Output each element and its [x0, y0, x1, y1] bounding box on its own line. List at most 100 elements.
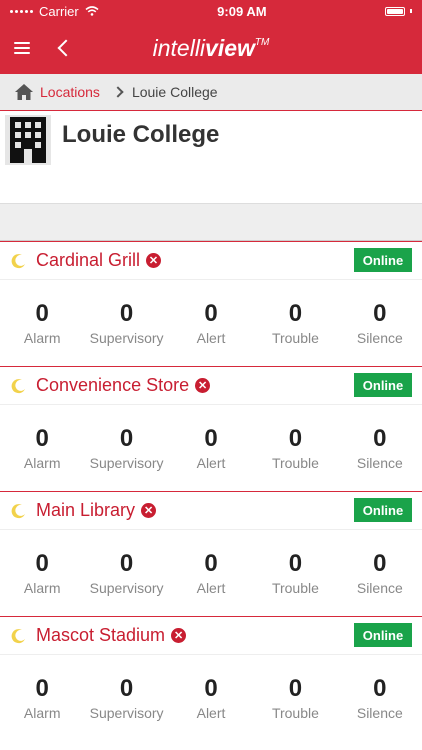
count-label: Supervisory — [89, 580, 164, 596]
status-counts: 0 Alarm 0 Supervisory 0 Alert 0 Trouble 0 Silence — [0, 530, 422, 616]
count-silence[interactable]: 0 Silence — [338, 405, 422, 491]
count-label: Supervisory — [89, 455, 164, 471]
count-silence[interactable]: 0 Silence — [338, 530, 422, 616]
count-label: Trouble — [271, 330, 319, 346]
remove-icon[interactable]: ✕ — [171, 628, 187, 643]
count-label: Trouble — [271, 455, 319, 471]
location-card[interactable]: Main Library ✕ Online 0 Alarm 0 Supervisory… — [0, 491, 422, 616]
battery-icon — [384, 6, 412, 16]
count-value: 0 — [288, 675, 303, 702]
moon-icon — [11, 253, 25, 268]
count-silence[interactable]: 0 Silence — [338, 280, 422, 366]
count-trouble[interactable]: 0 Trouble — [253, 530, 337, 616]
status-counts: 0 Alarm 0 Supervisory 0 Alert 0 Trouble 0 Silence — [0, 280, 422, 366]
count-alarm[interactable]: 0 Alarm — [0, 530, 84, 616]
count-label: Alert — [196, 705, 226, 721]
count-value: 0 — [373, 300, 387, 327]
count-label: Alarm — [23, 705, 61, 721]
breadcrumb: Locations Louie College — [0, 74, 422, 111]
remove-icon[interactable]: ✕ — [195, 378, 211, 393]
location-card[interactable]: Cardinal Grill ✕ Online 0 Alarm 0 Superviso… — [0, 241, 422, 366]
remove-icon[interactable]: ✕ — [146, 253, 162, 268]
count-trouble[interactable]: 0 Trouble — [253, 405, 337, 491]
location-name[interactable]: Cardinal Grill — [36, 250, 140, 271]
location-name[interactable]: Main Library — [36, 500, 135, 521]
page-title: Louie College — [62, 121, 220, 148]
building-icon — [5, 115, 51, 165]
count-supervisory[interactable]: 0 Supervisory — [84, 405, 168, 491]
location-header: Louie College — [0, 111, 422, 204]
count-supervisory[interactable]: 0 Supervisory — [84, 655, 168, 741]
count-label: Supervisory — [89, 330, 164, 346]
app-header: Carrier 9:09 AM intelliviewTM — [0, 0, 422, 74]
remove-icon[interactable]: ✕ — [141, 503, 157, 518]
status-counts: 0 Alarm 0 Supervisory 0 Alert 0 Trouble 0 Silence — [0, 655, 422, 741]
location-card-header[interactable]: Main Library ✕ Online — [0, 492, 422, 530]
status-badge: Online — [354, 248, 412, 272]
count-alarm[interactable]: 0 Alarm — [0, 655, 84, 741]
count-alert[interactable]: 0 Alert — [169, 280, 253, 366]
count-value: 0 — [35, 550, 49, 577]
back-icon[interactable] — [57, 39, 75, 57]
location-card-header[interactable]: Mascot Stadium ✕ Online — [0, 617, 422, 655]
count-value: 0 — [204, 675, 218, 702]
chevron-right-icon — [112, 86, 124, 98]
count-silence[interactable]: 0 Silence — [338, 655, 422, 741]
count-label: Alarm — [23, 455, 61, 471]
home-icon[interactable] — [14, 83, 34, 101]
count-value: 0 — [119, 675, 134, 702]
moon-icon — [11, 628, 25, 643]
count-trouble[interactable]: 0 Trouble — [253, 655, 337, 741]
status-badge: Online — [354, 373, 412, 397]
count-label: Supervisory — [89, 705, 164, 721]
location-card-header[interactable]: Convenience Store ✕ Online — [0, 367, 422, 405]
count-label: Trouble — [271, 705, 319, 721]
count-value: 0 — [288, 425, 303, 452]
count-alarm[interactable]: 0 Alarm — [0, 280, 84, 366]
location-name[interactable]: Mascot Stadium — [36, 625, 165, 646]
count-alert[interactable]: 0 Alert — [169, 655, 253, 741]
breadcrumb-locations-link[interactable]: Locations — [40, 84, 100, 100]
location-list: Cardinal Grill ✕ Online 0 Alarm 0 Superviso… — [0, 241, 422, 741]
count-trouble[interactable]: 0 Trouble — [253, 280, 337, 366]
count-label: Alarm — [23, 330, 61, 346]
count-value: 0 — [288, 300, 303, 327]
count-label: Alert — [196, 455, 226, 471]
count-supervisory[interactable]: 0 Supervisory — [84, 280, 168, 366]
count-alarm[interactable]: 0 Alarm — [0, 405, 84, 491]
status-bar: Carrier 9:09 AM — [0, 0, 422, 22]
menu-icon[interactable] — [14, 42, 30, 54]
location-card-header[interactable]: Cardinal Grill ✕ Online — [0, 242, 422, 280]
count-value: 0 — [119, 550, 134, 577]
count-value: 0 — [288, 550, 303, 577]
status-badge: Online — [354, 623, 412, 647]
count-value: 0 — [373, 425, 387, 452]
count-label: Alert — [196, 330, 226, 346]
count-label: Alarm — [23, 580, 61, 596]
signal-icon — [10, 9, 33, 13]
location-name[interactable]: Convenience Store — [36, 375, 189, 396]
count-supervisory[interactable]: 0 Supervisory — [84, 530, 168, 616]
location-card[interactable]: Mascot Stadium ✕ Online 0 Alarm 0 Superviso… — [0, 616, 422, 741]
count-value: 0 — [373, 675, 387, 702]
count-label: Silence — [356, 705, 403, 721]
count-label: Silence — [356, 330, 403, 346]
breadcrumb-current: Louie College — [131, 84, 218, 100]
carrier-label: Carrier — [39, 3, 79, 19]
count-alert[interactable]: 0 Alert — [169, 405, 253, 491]
location-card[interactable]: Convenience Store ✕ Online 0 Alarm 0 Superv… — [0, 366, 422, 491]
section-divider — [0, 204, 422, 241]
clock-time: 9:09 AM — [217, 3, 267, 19]
count-value: 0 — [35, 675, 49, 702]
count-value: 0 — [204, 550, 218, 577]
count-label: Alert — [196, 580, 226, 596]
moon-icon — [11, 503, 25, 518]
count-alert[interactable]: 0 Alert — [169, 530, 253, 616]
status-badge: Online — [354, 498, 412, 522]
count-value: 0 — [119, 425, 134, 452]
count-value: 0 — [119, 300, 134, 327]
count-value: 0 — [204, 425, 218, 452]
count-label: Silence — [356, 580, 403, 596]
count-value: 0 — [35, 300, 49, 327]
wifi-icon — [85, 6, 99, 16]
